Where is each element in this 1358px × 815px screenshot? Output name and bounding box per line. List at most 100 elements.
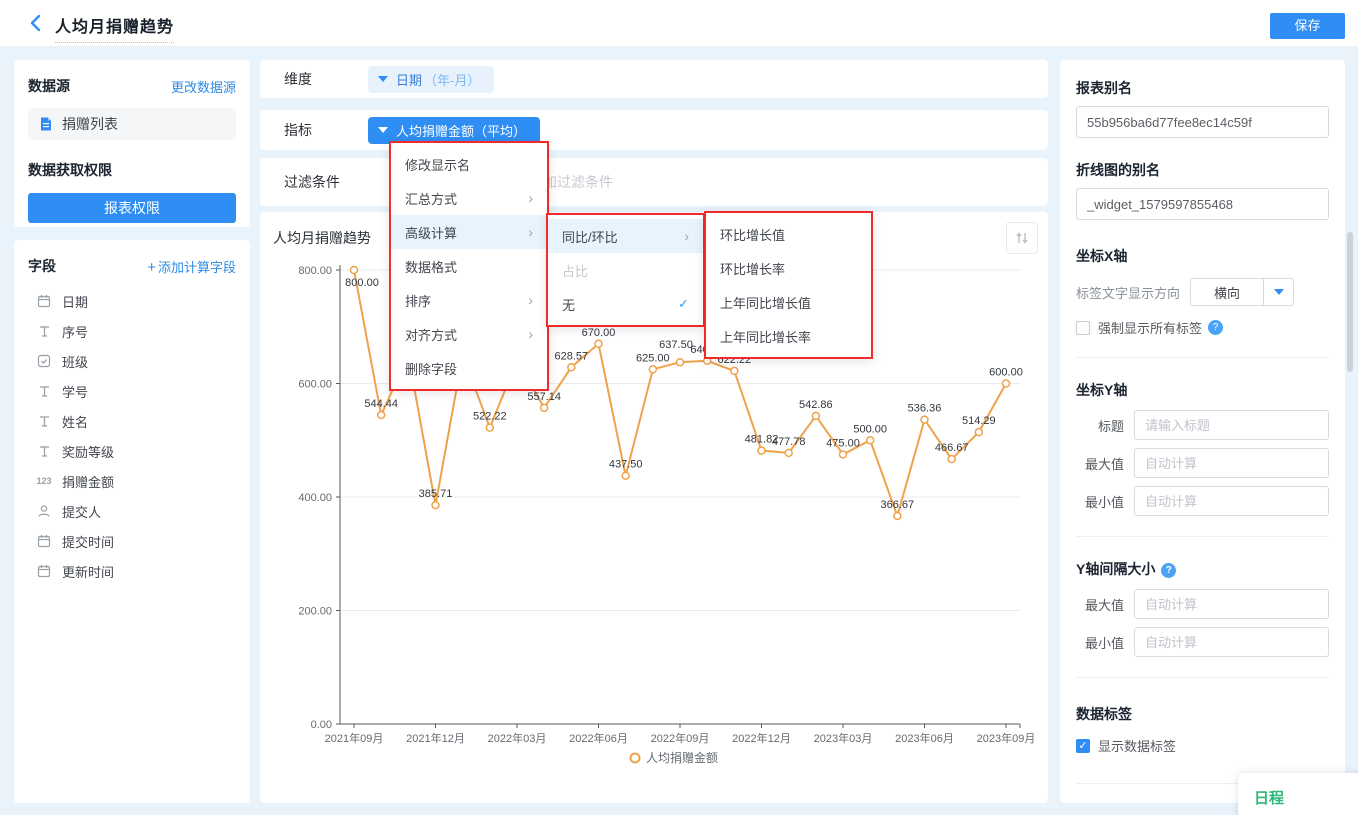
y-title-label: 标题 — [1076, 416, 1124, 435]
menu-item[interactable]: 修改显示名 — [391, 147, 547, 181]
label-direction-select[interactable]: 横向 — [1190, 278, 1294, 306]
y-min-label: 最小值 — [1076, 492, 1124, 511]
change-datasource-link[interactable]: 更改数据源 — [171, 77, 236, 96]
menu-item-label: 环比增长值 — [720, 225, 857, 244]
report-permission-button[interactable]: 报表权限 — [28, 193, 236, 223]
interval-max-input[interactable] — [1134, 589, 1329, 619]
field-item[interactable]: 提交人 — [28, 496, 236, 526]
menu-item[interactable]: 上年同比增长值 — [706, 285, 871, 319]
field-item[interactable]: 姓名 — [28, 406, 236, 436]
settings-panel: 报表别名 折线图的别名 坐标X轴 标签文字显示方向 横向 强制显示所有标签 ? … — [1060, 60, 1345, 803]
report-alias-title: 报表别名 — [1076, 78, 1329, 98]
svg-text:625.00: 625.00 — [636, 352, 670, 364]
metric-tag[interactable]: 人均捐赠金额（平均） — [368, 117, 540, 144]
field-item[interactable]: 日期 — [28, 286, 236, 316]
report-alias-input[interactable] — [1076, 106, 1329, 138]
help-icon[interactable]: ? — [1161, 563, 1176, 578]
field-item[interactable]: 班级 — [28, 346, 236, 376]
help-icon[interactable]: ? — [1208, 320, 1223, 335]
calendar-icon — [34, 294, 54, 308]
divider — [1076, 536, 1329, 537]
menu-item[interactable]: 对齐方式› — [391, 317, 547, 351]
field-item[interactable]: 123捐赠金额 — [28, 466, 236, 496]
y-max-label: 最大值 — [1076, 454, 1124, 473]
chevron-down-icon[interactable] — [1263, 279, 1293, 305]
interval-min-input[interactable] — [1134, 627, 1329, 657]
svg-text:600.00: 600.00 — [989, 367, 1023, 379]
menu-item[interactable]: 数据格式 — [391, 249, 547, 283]
svg-text:670.00: 670.00 — [582, 327, 616, 339]
field-list: 日期序号班级学号姓名奖励等级123捐赠金额提交人提交时间更新时间 — [28, 286, 236, 586]
app-root: 人均月捐赠趋势 保存 数据源 更改数据源 捐赠列表 数据获取权限 报表权限 字段… — [0, 0, 1358, 815]
field-label: 学号 — [62, 382, 88, 401]
menu-item-label: 环比增长率 — [720, 259, 857, 278]
fields-panel: 字段 +添加计算字段 日期序号班级学号姓名奖励等级123捐赠金额提交人提交时间更… — [14, 240, 250, 803]
dimension-row: 维度 日期（年-月） — [260, 60, 1048, 98]
plus-icon: + — [147, 259, 156, 276]
metric-row: 指标 人均捐赠金额（平均） — [260, 110, 1048, 150]
permission-title: 数据获取权限 — [28, 160, 236, 180]
field-item[interactable]: 序号 — [28, 316, 236, 346]
text-icon — [34, 445, 54, 458]
submenu-arrow-icon: › — [528, 190, 533, 206]
datasource-panel: 数据源 更改数据源 捐赠列表 数据获取权限 报表权限 — [14, 60, 250, 227]
select-icon — [34, 354, 54, 368]
svg-text:2023年09月: 2023年09月 — [977, 731, 1036, 745]
submenu-arrow-icon: › — [528, 224, 533, 240]
svg-text:2022年03月: 2022年03月 — [488, 731, 547, 745]
field-label: 序号 — [62, 322, 88, 341]
svg-text:385.71: 385.71 — [419, 488, 453, 500]
svg-text:400.00: 400.00 — [298, 492, 332, 504]
menu-item[interactable]: 上年同比增长率 — [706, 319, 871, 353]
y-axis-title-input[interactable] — [1134, 410, 1329, 440]
menu-item-label: 删除字段 — [405, 359, 533, 378]
field-item[interactable]: 提交时间 — [28, 526, 236, 556]
svg-text:800.00: 800.00 — [298, 265, 332, 277]
svg-text:2023年06月: 2023年06月 — [895, 731, 954, 745]
number-icon: 123 — [34, 476, 54, 486]
field-item[interactable]: 学号 — [28, 376, 236, 406]
schedule-popup[interactable]: 日程 — [1238, 773, 1358, 815]
menu-item-label: 对齐方式 — [405, 325, 528, 344]
y-max-input[interactable] — [1134, 448, 1329, 478]
force-show-labels-label: 强制显示所有标签 — [1098, 318, 1202, 337]
menu-item[interactable]: 同比/环比› — [548, 219, 703, 253]
menu-item[interactable]: 环比增长率 — [706, 251, 871, 285]
svg-text:637.50: 637.50 — [659, 339, 693, 351]
datasource-title: 数据源 — [28, 76, 70, 96]
show-data-label-checkbox[interactable]: ✓ — [1076, 739, 1090, 753]
field-context-menu: 修改显示名汇总方式›高级计算›数据格式排序›对齐方式›删除字段 — [389, 141, 549, 391]
field-label: 提交时间 — [62, 532, 114, 551]
dimension-tag[interactable]: 日期（年-月） — [368, 66, 494, 93]
add-calc-field-link[interactable]: +添加计算字段 — [147, 257, 236, 276]
menu-item[interactable]: 环比增长值 — [706, 217, 871, 251]
datasource-item[interactable]: 捐赠列表 — [28, 108, 236, 140]
scrollbar-thumb[interactable] — [1347, 232, 1353, 372]
menu-item[interactable]: 高级计算› — [391, 215, 547, 249]
save-button[interactable]: 保存 — [1270, 13, 1345, 39]
divider — [1076, 677, 1329, 678]
menu-item[interactable]: 排序› — [391, 283, 547, 317]
svg-text:557.14: 557.14 — [527, 391, 561, 403]
y-min-input[interactable] — [1134, 486, 1329, 516]
menu-item[interactable]: 删除字段 — [391, 351, 547, 385]
field-label: 日期 — [62, 292, 88, 311]
menu-item-label: 无 — [562, 295, 678, 314]
widget-alias-input[interactable] — [1076, 188, 1329, 220]
calendar-icon — [34, 564, 54, 578]
menu-item[interactable]: 汇总方式› — [391, 181, 547, 215]
calendar-icon — [34, 534, 54, 548]
filter-row[interactable]: 过滤条件 添加过滤条件 — [260, 158, 1048, 206]
field-item[interactable]: 奖励等级 — [28, 436, 236, 466]
field-item[interactable]: 更新时间 — [28, 556, 236, 586]
x-axis-title: 坐标X轴 — [1076, 246, 1329, 266]
force-show-labels-checkbox[interactable] — [1076, 321, 1090, 335]
check-icon: ✓ — [678, 296, 689, 312]
back-icon[interactable] — [26, 13, 46, 33]
svg-text:0.00: 0.00 — [311, 719, 332, 731]
menu-item[interactable]: 无✓ — [548, 287, 703, 321]
text-icon — [34, 385, 54, 398]
svg-text:800.00: 800.00 — [345, 277, 379, 289]
user-icon — [34, 504, 54, 518]
svg-text:536.36: 536.36 — [908, 403, 942, 415]
